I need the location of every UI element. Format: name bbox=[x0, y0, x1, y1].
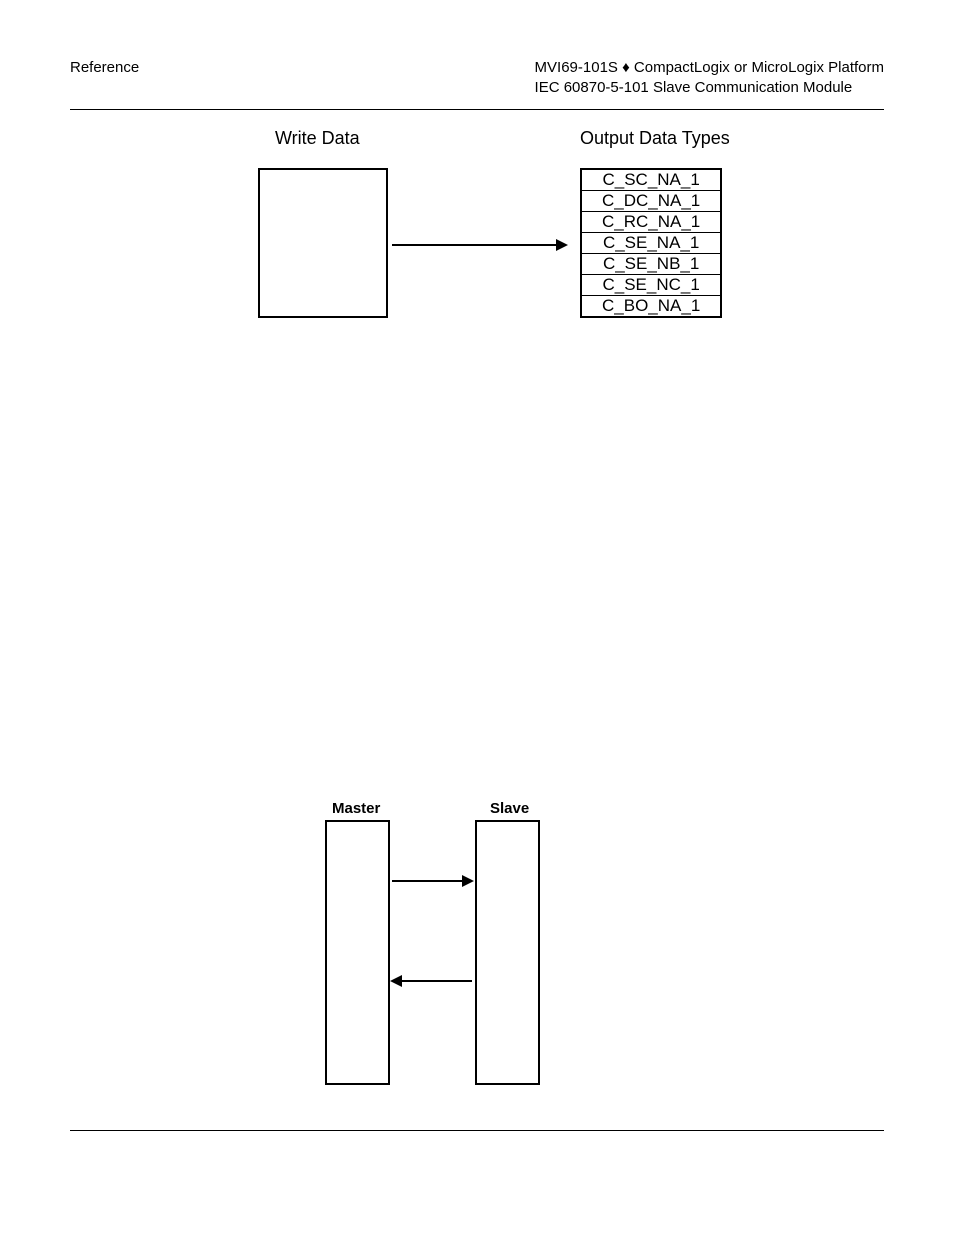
diagram-write-data: Write Data Output Data Types C_SC_NA_1 C… bbox=[70, 118, 884, 378]
type-row: C_BO_NA_1 bbox=[581, 295, 721, 317]
header-right-line2: IEC 60870-5-101 Slave Communication Modu… bbox=[535, 78, 884, 98]
type-row: C_SE_NC_1 bbox=[581, 274, 721, 295]
header-left: Reference bbox=[70, 58, 139, 78]
slave-box bbox=[475, 820, 540, 1085]
write-data-box bbox=[258, 168, 388, 318]
arrow-write-to-types bbox=[392, 244, 566, 246]
label-master: Master bbox=[332, 800, 380, 817]
type-row: C_SC_NA_1 bbox=[581, 169, 721, 191]
type-row: C_DC_NA_1 bbox=[581, 190, 721, 211]
type-row: C_RC_NA_1 bbox=[581, 211, 721, 232]
label-write-data: Write Data bbox=[275, 128, 360, 149]
header-right-line1: MVI69-101S ♦ CompactLogix or MicroLogix … bbox=[535, 58, 884, 78]
footer-rule bbox=[70, 1130, 884, 1131]
label-slave: Slave bbox=[490, 800, 529, 817]
label-output-data-types: Output Data Types bbox=[580, 128, 730, 149]
header-rule bbox=[70, 109, 884, 110]
master-box bbox=[325, 820, 390, 1085]
output-types-table: C_SC_NA_1 C_DC_NA_1 C_RC_NA_1 C_SE_NA_1 … bbox=[580, 168, 722, 318]
type-row: C_SE_NB_1 bbox=[581, 253, 721, 274]
arrow-master-to-slave bbox=[392, 880, 472, 882]
type-row: C_SE_NA_1 bbox=[581, 232, 721, 253]
arrow-slave-to-master bbox=[392, 980, 472, 982]
